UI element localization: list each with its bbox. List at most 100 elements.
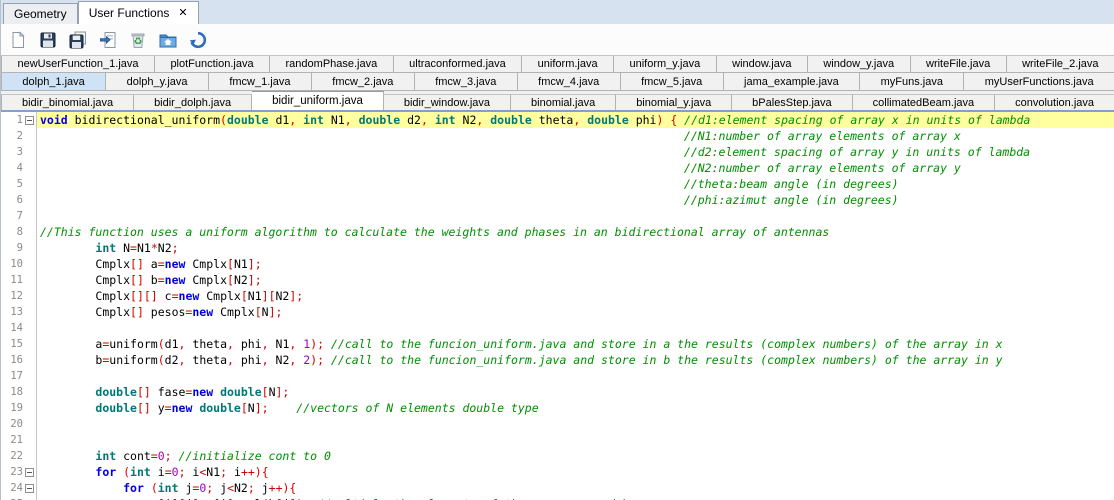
line-gutter: 15 (1, 336, 37, 352)
code-editor[interactable]: 1 void bidirectional_uniform(double d1, i… (1, 112, 1114, 500)
code-line: 13 Cmplx[] pesos=new Cmplx[N]; (1, 304, 1114, 320)
file-tab-dolph_y-java[interactable]: dolph_y.java (106, 73, 209, 90)
code-line-text[interactable]: //N1:number of array elements of array x (37, 128, 1114, 144)
file-tab-uniform_y-java[interactable]: uniform_y.java (614, 56, 717, 72)
line-number: 8 (4, 226, 23, 238)
file-tab-row-1: newUserFunction_1.javaplotFunction.javar… (1, 55, 1114, 73)
file-tab-writeFile-java[interactable]: writeFile.java (911, 56, 1007, 72)
code-line-text[interactable] (37, 208, 1114, 224)
code-line-text[interactable] (37, 432, 1114, 448)
recycle-icon: ♻ (129, 31, 147, 49)
code-line-text[interactable] (37, 320, 1114, 336)
file-tab-dolph_1-java[interactable]: dolph_1.java (1, 73, 106, 90)
code-line-text[interactable]: int cont=0; //initialize cont to 0 (37, 448, 1114, 464)
file-tab-rows: newUserFunction_1.javaplotFunction.javar… (1, 55, 1114, 110)
fold-toggle-icon[interactable] (25, 116, 34, 125)
fold-toggle-icon[interactable] (25, 468, 34, 477)
toolbar: ♻ (1, 24, 1114, 55)
home-folder-button[interactable] (156, 28, 180, 52)
file-tab-fmcw_4-java[interactable]: fmcw_4.java (518, 73, 621, 90)
file-tab-bidir_dolph-java[interactable]: bidir_dolph.java (134, 94, 252, 110)
code-line: 19 double[] y=new double[N]; //vectors o… (1, 400, 1114, 416)
file-tab-myUserFunctions-java[interactable]: myUserFunctions.java (964, 73, 1114, 90)
line-gutter: 22 (1, 448, 37, 464)
window-tab-bar: GeometryUser Functions✕ (1, 0, 1114, 24)
file-tab-collimatedBeam-java[interactable]: collimatedBeam.java (853, 94, 995, 110)
save-button[interactable] (36, 28, 60, 52)
file-tab-bidir_binomial-java[interactable]: bidir_binomial.java (1, 94, 134, 110)
code-line-text[interactable]: Cmplx[] pesos=new Cmplx[N]; (37, 304, 1114, 320)
code-line-text[interactable]: b=uniform(d2, theta, phi, N2, 2); //call… (37, 352, 1114, 368)
file-tab-writeFile_2-java[interactable]: writeFile_2.java (1007, 56, 1114, 72)
file-tab-randomPhase-java[interactable]: randomPhase.java (270, 56, 394, 72)
file-tab-uniform-java[interactable]: uniform.java (522, 56, 614, 72)
code-line-text[interactable]: //N2:number of array elements of array y (37, 160, 1114, 176)
line-number: 6 (4, 194, 23, 206)
save-all-button[interactable] (66, 28, 90, 52)
code-line-text[interactable]: c[i][j]=a[i].mul(b[j]); //multiply the e… (37, 496, 1114, 500)
window-tab-geometry[interactable]: Geometry (3, 3, 78, 24)
code-line-text[interactable]: for (int j=0; j<N2; j++){ (37, 480, 1114, 496)
line-number: 18 (4, 386, 23, 398)
import-icon (99, 31, 117, 49)
file-tab-binomial-java[interactable]: binomial.java (511, 94, 616, 110)
code-line-text[interactable]: double[] fase=new double[N]; (37, 384, 1114, 400)
new-file-icon (9, 31, 27, 49)
code-line-text[interactable]: a=uniform(d1, theta, phi, N1, 1); //call… (37, 336, 1114, 352)
file-tab-row-3: bidir_binomial.javabidir_dolph.javabidir… (1, 91, 1114, 110)
code-line-text[interactable]: for (int i=0; i<N1; i++){ (37, 464, 1114, 480)
svg-text:♻: ♻ (134, 36, 143, 47)
file-tab-window_y-java[interactable]: window_y.java (808, 56, 911, 72)
code-line-text[interactable]: Cmplx[] a=new Cmplx[N1]; (37, 256, 1114, 272)
line-number: 1 (4, 114, 23, 126)
code-line-text[interactable]: int N=N1*N2; (37, 240, 1114, 256)
file-tab-bidir_window-java[interactable]: bidir_window.java (384, 94, 511, 110)
code-line-text[interactable]: //d2:element spacing of array y in units… (37, 144, 1114, 160)
file-tab-fmcw_5-java[interactable]: fmcw_5.java (621, 73, 724, 90)
ide-window: GeometryUser Functions✕ ♻ newUserFunctio… (0, 0, 1114, 500)
file-tab-myFuns-java[interactable]: myFuns.java (860, 73, 964, 90)
file-tab-binomial_y-java[interactable]: binomial_y.java (616, 94, 732, 110)
line-gutter: 8 (1, 224, 37, 240)
file-tab-fmcw_3-java[interactable]: fmcw_3.java (415, 73, 518, 90)
code-line-text[interactable] (37, 416, 1114, 432)
refresh-button[interactable] (186, 28, 210, 52)
line-number: 3 (4, 146, 23, 158)
code-line-text[interactable]: Cmplx[] b=new Cmplx[N2]; (37, 272, 1114, 288)
code-line: 20 (1, 416, 1114, 432)
line-gutter: 18 (1, 384, 37, 400)
code-line-text[interactable]: //theta:beam angle (in degrees) (37, 176, 1114, 192)
file-tab-jama_example-java[interactable]: jama_example.java (724, 73, 861, 90)
file-tab-window-java[interactable]: window.java (717, 56, 808, 72)
recycle-button[interactable]: ♻ (126, 28, 150, 52)
code-line: 22 int cont=0; //initialize cont to 0 (1, 448, 1114, 464)
window-tab-user-functions[interactable]: User Functions✕ (78, 1, 199, 24)
close-icon[interactable]: ✕ (178, 8, 187, 19)
code-line-text[interactable]: //phi:azimut angle (in degrees) (37, 192, 1114, 208)
code-line: 21 (1, 432, 1114, 448)
file-tab-ultraconformed-java[interactable]: ultraconformed.java (394, 56, 523, 72)
code-line-text[interactable]: //This function uses a uniform algorithm… (37, 224, 1114, 240)
code-line-text[interactable]: double[] y=new double[N]; //vectors of N… (37, 400, 1114, 416)
import-button[interactable] (96, 28, 120, 52)
file-tab-convolution-java[interactable]: convolution.java (995, 94, 1114, 110)
line-number: 12 (4, 290, 23, 302)
line-number: 11 (4, 274, 23, 286)
file-tab-plotFunction-java[interactable]: plotFunction.java (155, 56, 270, 72)
line-number: 21 (4, 434, 23, 446)
line-gutter: 3 (1, 144, 37, 160)
line-gutter: 24 (1, 480, 37, 496)
file-tab-fmcw_2-java[interactable]: fmcw_2.java (312, 73, 415, 90)
save-icon (39, 31, 57, 49)
code-line-text[interactable] (37, 368, 1114, 384)
code-line: 1 void bidirectional_uniform(double d1, i… (1, 112, 1114, 128)
new-file-button[interactable] (6, 28, 30, 52)
file-tab-bidir_uniform-java[interactable]: bidir_uniform.java (252, 91, 384, 110)
code-line: 6 //phi:azimut angle (in degrees) (1, 192, 1114, 208)
fold-toggle-icon[interactable] (25, 484, 34, 493)
file-tab-newUserFunction_1-java[interactable]: newUserFunction_1.java (1, 56, 155, 72)
code-line-text[interactable]: Cmplx[][] c=new Cmplx[N1][N2]; (37, 288, 1114, 304)
file-tab-bPalesStep-java[interactable]: bPalesStep.java (732, 94, 852, 110)
code-line-text[interactable]: void bidirectional_uniform(double d1, in… (37, 112, 1114, 128)
file-tab-fmcw_1-java[interactable]: fmcw_1.java (209, 73, 312, 90)
